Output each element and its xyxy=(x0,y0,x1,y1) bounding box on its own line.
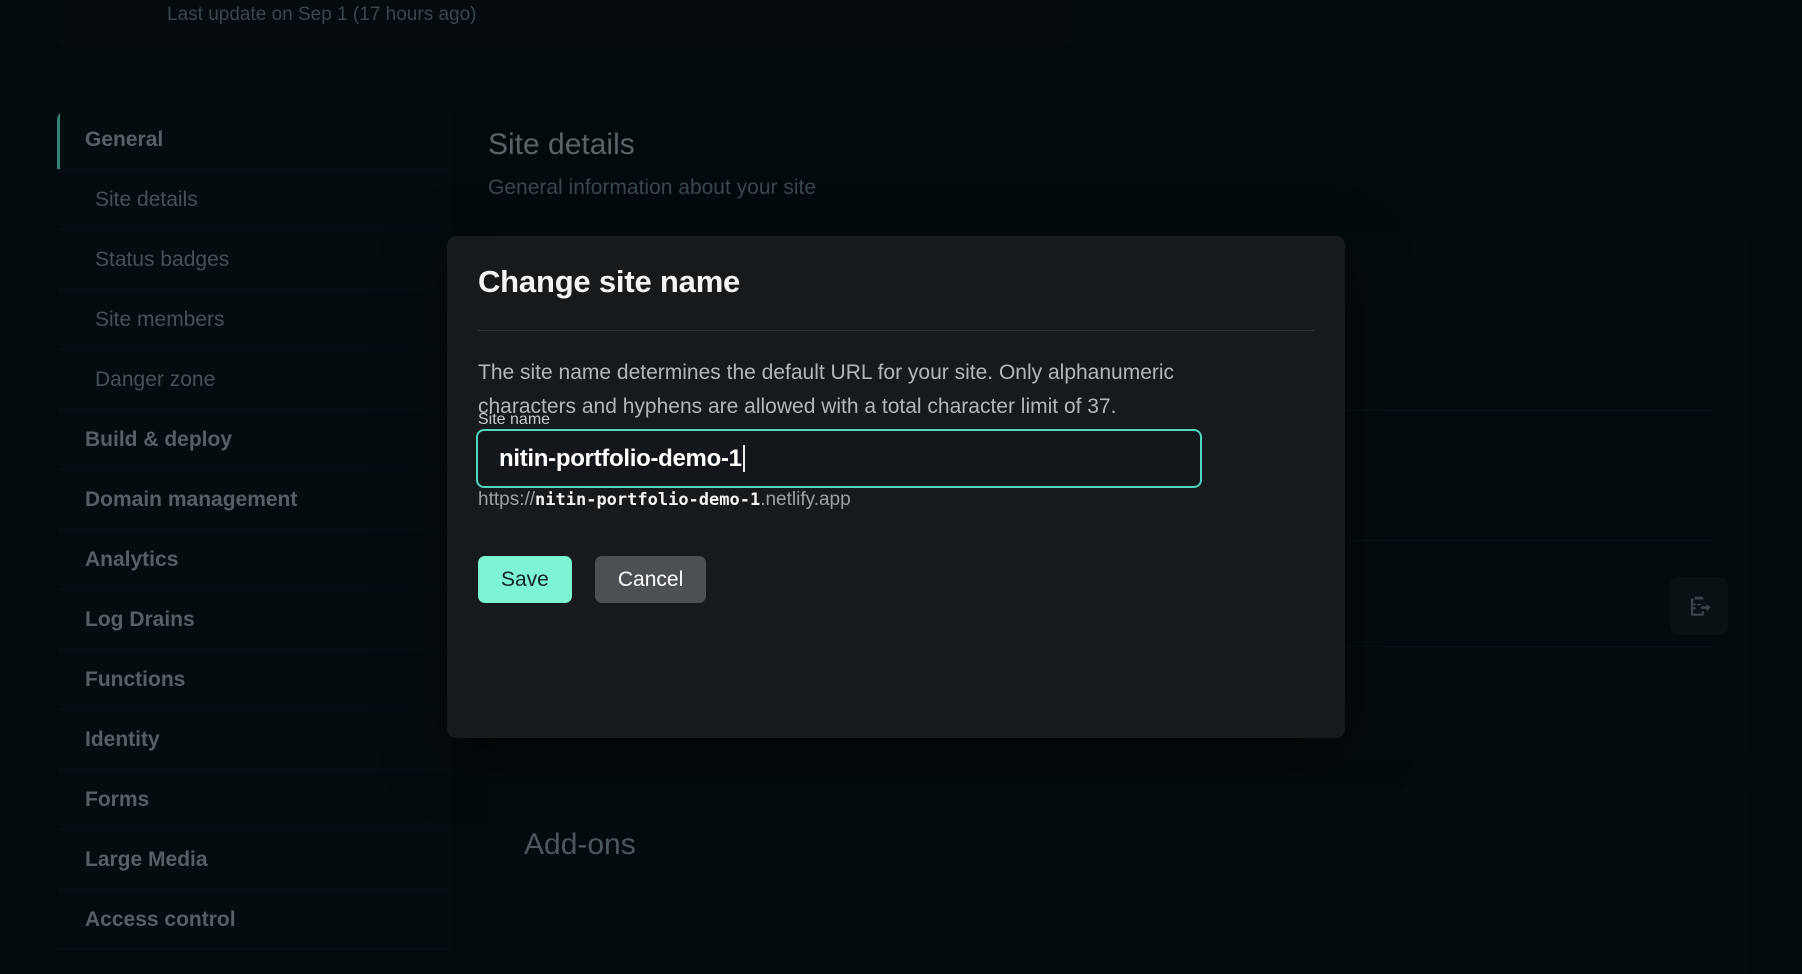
sidebar-item-label: Log Drains xyxy=(85,607,195,631)
save-button[interactable]: Save xyxy=(478,556,572,603)
sidebar-item-label: Build & deploy xyxy=(85,427,232,451)
site-name-input[interactable]: nitin-portfolio-demo-1 xyxy=(476,429,1202,488)
sidebar-item-label: General xyxy=(85,127,164,151)
sidebar-item-identity[interactable]: Identity xyxy=(57,710,452,770)
last-update-text: Last update on Sep 1 (17 hours ago) xyxy=(167,4,477,25)
settings-sidebar: General Site details Status badges Site … xyxy=(57,110,452,950)
dialog-title: Change site name xyxy=(478,264,741,299)
copy-to-clipboard-button[interactable] xyxy=(1670,577,1728,635)
dialog-divider xyxy=(478,330,1314,331)
site-name-label: Site name xyxy=(478,411,551,428)
sidebar-item-general[interactable]: General xyxy=(57,110,452,170)
sidebar-item-label: Domain management xyxy=(85,487,298,511)
text-cursor xyxy=(742,445,745,472)
url-site-name: nitin-portfolio-demo-1 xyxy=(535,490,761,510)
sidebar-item-site-details[interactable]: Site details xyxy=(57,170,452,230)
sidebar-item-label: Large Media xyxy=(85,847,208,871)
sidebar-item-label: Site members xyxy=(95,307,225,331)
url-suffix: .netlify.app xyxy=(760,489,851,510)
last-update-banner: Last update on Sep 1 (17 hours ago) xyxy=(57,0,1073,48)
addons-card: Add-ons xyxy=(488,786,1748,974)
sidebar-item-access-control[interactable]: Access control xyxy=(57,890,452,950)
url-prefix: https:// xyxy=(478,489,536,510)
sidebar-item-forms[interactable]: Forms xyxy=(57,770,452,830)
sidebar-item-label: Functions xyxy=(85,667,186,691)
page-subtitle: General information about your site xyxy=(488,176,817,199)
site-url-preview: https://nitin-portfolio-demo-1.netlify.a… xyxy=(478,489,851,511)
sidebar-item-large-media[interactable]: Large Media xyxy=(57,830,452,890)
sidebar-item-label: Identity xyxy=(85,727,160,751)
sidebar-item-label: Danger zone xyxy=(95,367,216,391)
sidebar-item-functions[interactable]: Functions xyxy=(57,650,452,710)
sidebar-item-domain-management[interactable]: Domain management xyxy=(57,470,452,530)
sidebar-item-site-members[interactable]: Site members xyxy=(57,290,452,350)
dialog-description: The site name determines the default URL… xyxy=(478,361,1175,418)
sidebar-item-label: Analytics xyxy=(85,547,179,571)
dialog-actions: Save Cancel xyxy=(478,556,707,603)
page-title: Site details xyxy=(488,128,635,161)
app-root: Last update on Sep 1 (17 hours ago) Gene… xyxy=(0,0,1802,974)
sidebar-item-danger-zone[interactable]: Danger zone xyxy=(57,350,452,410)
site-name-input-value: nitin-portfolio-demo-1 xyxy=(499,444,742,472)
copy-to-clipboard-icon xyxy=(1690,596,1711,616)
sidebar-item-analytics[interactable]: Analytics xyxy=(57,530,452,590)
sidebar-item-log-drains[interactable]: Log Drains xyxy=(57,590,452,650)
change-site-name-dialog: Change site name The site name determine… xyxy=(447,236,1345,738)
sidebar-item-label: Forms xyxy=(85,787,150,811)
sidebar-item-build-and-deploy[interactable]: Build & deploy xyxy=(57,410,452,470)
addons-title: Add-ons xyxy=(524,828,636,861)
sidebar-item-label: Status badges xyxy=(95,247,230,271)
sidebar-item-label: Access control xyxy=(85,907,236,931)
sidebar-item-status-badges[interactable]: Status badges xyxy=(57,230,452,290)
sidebar-item-label: Site details xyxy=(95,187,198,211)
cancel-button[interactable]: Cancel xyxy=(594,556,707,603)
